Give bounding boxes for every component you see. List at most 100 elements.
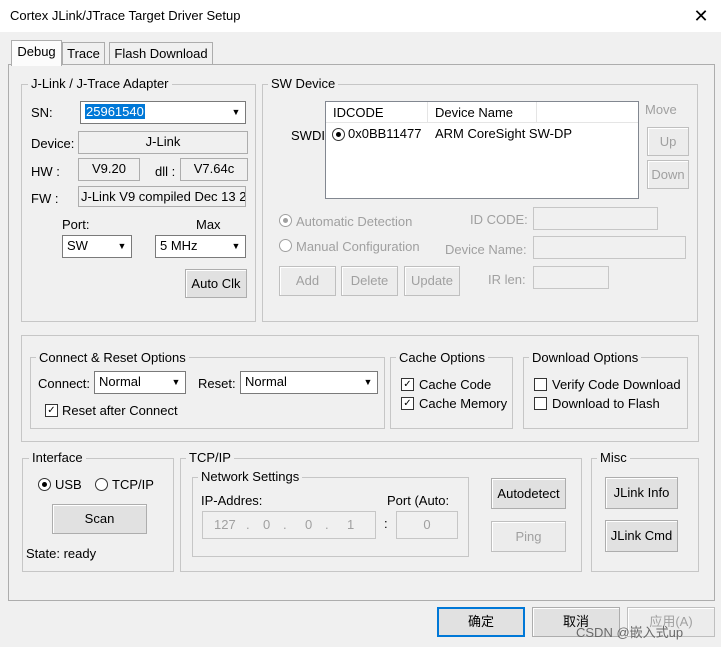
misc-group [591, 458, 699, 572]
max-clock-value: 5 MHz [160, 238, 198, 253]
state-text: State: ready [26, 546, 97, 561]
move-up-button[interactable]: Up [647, 127, 689, 156]
network-settings-label: Network Settings [198, 469, 303, 484]
sw-device-list[interactable]: IDCODE Device Name 0x0BB11477 ARM CoreSi… [325, 101, 639, 199]
tab-trace[interactable]: Trace [62, 42, 105, 65]
move-label: Move [645, 102, 677, 117]
close-icon[interactable]: ✕ [688, 4, 714, 28]
device-label: Device: [31, 136, 75, 151]
verify-download-checkbox[interactable] [534, 378, 547, 391]
scan-button[interactable]: Scan [52, 504, 147, 534]
reset-value: Normal [245, 374, 287, 389]
add-button[interactable]: Add [279, 266, 336, 296]
ir-len-label: IR len: [488, 272, 526, 287]
sn-select[interactable]: 25961540 ▼ [80, 101, 246, 124]
hw-label: HW : [31, 164, 60, 179]
chevron-down-icon: ▼ [117, 241, 127, 251]
list-item[interactable]: 0x0BB11477 ARM CoreSight SW-DP [326, 124, 638, 144]
reset-after-connect-label: Reset after Connect [62, 403, 178, 418]
ip-address-label: IP-Addres: [201, 493, 263, 508]
sn-value: 25961540 [85, 104, 145, 119]
ir-len-input[interactable] [533, 266, 609, 289]
device-name-label: Device Name: [445, 242, 527, 257]
row-idcode: 0x0BB11477 [348, 126, 422, 141]
ip-octet-4: 1 [347, 517, 355, 532]
autodetect-button[interactable]: Autodetect [491, 478, 566, 509]
connect-label: Connect: [38, 376, 91, 391]
swdi-label: SWDI [291, 128, 325, 143]
tcp-port-input[interactable]: 0 [396, 511, 458, 539]
manual-config-radio[interactable] [279, 239, 292, 252]
usb-label: USB [55, 477, 82, 492]
tab-flash-download[interactable]: Flash Download [109, 42, 213, 65]
verify-download-label: Verify Code Download [552, 377, 681, 392]
window-title: Cortex JLink/JTrace Target Driver Setup [10, 8, 241, 23]
sn-label: SN: [31, 105, 53, 120]
reset-select[interactable]: Normal ▼ [240, 371, 378, 394]
delete-button[interactable]: Delete [341, 266, 398, 296]
port-value: SW [67, 238, 88, 253]
dll-field: V7.64c [180, 158, 248, 181]
id-code-label: ID CODE: [470, 212, 528, 227]
auto-detection-label: Automatic Detection [296, 214, 413, 229]
tcpip-group-label: TCP/IP [186, 450, 234, 465]
connect-reset-group-label: Connect & Reset Options [36, 350, 189, 365]
title-bar: Cortex JLink/JTrace Target Driver Setup … [0, 0, 721, 32]
chevron-down-icon: ▼ [171, 377, 181, 387]
chevron-down-icon: ▼ [231, 107, 241, 117]
ping-button[interactable]: Ping [491, 521, 566, 552]
ip-octet-2: 0 [263, 517, 271, 532]
max-clock-select[interactable]: 5 MHz ▼ [155, 235, 246, 258]
tcpip-label: TCP/IP [112, 477, 154, 492]
chevron-down-icon: ▼ [363, 377, 373, 387]
port-label: Port: [62, 217, 90, 232]
cache-options-group [390, 357, 513, 429]
reset-label: Reset: [198, 376, 236, 391]
max-label: Max [196, 217, 221, 232]
chevron-down-icon: ▼ [231, 241, 241, 251]
watermark-text: CSDN @嵌入式up [576, 625, 684, 640]
column-device-name[interactable]: Device Name [435, 105, 513, 120]
ip-address-input[interactable]: 127 . 0 . 0 . 1 [202, 511, 376, 539]
cache-memory-checkbox[interactable]: ✓ [401, 397, 414, 410]
interface-group-label: Interface [29, 450, 86, 465]
port-select[interactable]: SW ▼ [62, 235, 132, 258]
auto-detection-radio[interactable] [279, 214, 292, 227]
move-down-button[interactable]: Down [647, 160, 689, 189]
selected-row-icon [332, 128, 345, 141]
tab-debug[interactable]: Debug [11, 40, 62, 66]
usb-radio[interactable] [38, 478, 51, 491]
ip-octet-3: 0 [305, 517, 313, 532]
download-options-group [523, 357, 688, 429]
id-code-input[interactable] [533, 207, 658, 230]
tcpip-radio[interactable] [95, 478, 108, 491]
fw-label: FW : [31, 191, 59, 206]
ip-octet-1: 127 [214, 517, 236, 532]
jlink-info-button[interactable]: JLink Info [605, 477, 678, 509]
cache-code-label: Cache Code [419, 377, 492, 392]
device-field: J-Link [78, 131, 248, 154]
list-header: IDCODE Device Name [326, 102, 638, 123]
connect-value: Normal [99, 374, 141, 389]
fw-field: J-Link V9 compiled Dec 13 2 [78, 186, 246, 207]
device-name-input[interactable] [533, 236, 686, 259]
port-auto-label: Port (Auto: [387, 493, 450, 508]
ok-button[interactable]: 确定 [437, 607, 525, 637]
column-idcode[interactable]: IDCODE [333, 105, 384, 120]
sw-device-group-label: SW Device [268, 76, 339, 91]
auto-clk-button[interactable]: Auto Clk [185, 269, 247, 298]
manual-config-label: Manual Configuration [296, 239, 420, 254]
hw-field: V9.20 [78, 158, 140, 181]
cache-memory-label: Cache Memory [419, 396, 508, 411]
download-to-flash-label: Download to Flash [552, 396, 660, 411]
jlink-cmd-button[interactable]: JLink Cmd [605, 520, 678, 552]
adapter-group-label: J-Link / J-Trace Adapter [28, 76, 172, 91]
update-button[interactable]: Update [404, 266, 460, 296]
download-options-group-label: Download Options [529, 350, 642, 365]
row-device-name: ARM CoreSight SW-DP [435, 126, 573, 141]
cache-options-group-label: Cache Options [396, 350, 488, 365]
reset-after-connect-checkbox[interactable]: ✓ [45, 404, 58, 417]
connect-select[interactable]: Normal ▼ [94, 371, 186, 394]
cache-code-checkbox[interactable]: ✓ [401, 378, 414, 391]
download-to-flash-checkbox[interactable] [534, 397, 547, 410]
